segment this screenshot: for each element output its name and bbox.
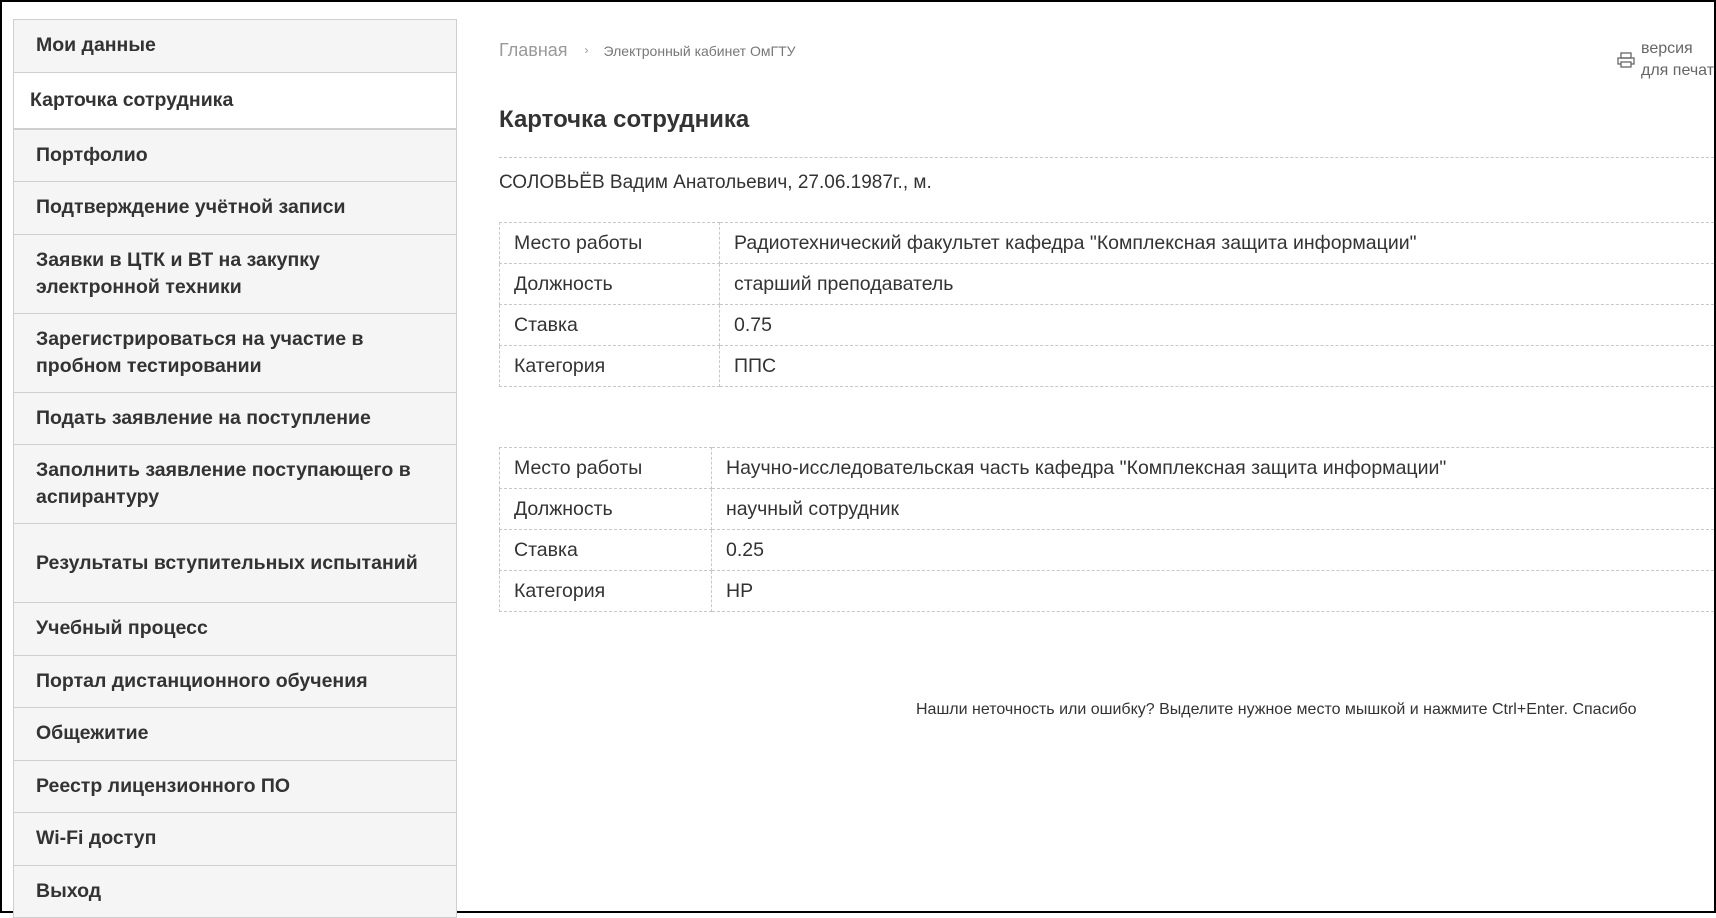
row-key: Место работы xyxy=(500,448,712,489)
sidebar-menu: Мои данные Карточка сотрудника Портфолио… xyxy=(13,19,457,918)
sidebar-item-employee-card[interactable]: Карточка сотрудника xyxy=(14,73,456,130)
sidebar-item-account-confirmation[interactable]: Подтверждение учётной записи xyxy=(14,182,456,235)
row-key: Место работы xyxy=(500,223,720,264)
row-value: НР xyxy=(712,571,1716,612)
print-label-line2: для печат xyxy=(1641,60,1716,82)
sidebar-item-study-process[interactable]: Учебный процесс xyxy=(14,603,456,656)
table-row: Категория НР xyxy=(500,571,1716,612)
breadcrumb: Главная › Электронный кабинет ОмГТУ xyxy=(499,40,796,61)
row-value: научный сотрудник xyxy=(712,489,1716,530)
row-key: Должность xyxy=(500,489,712,530)
sidebar-item-logout[interactable]: Выход xyxy=(14,866,456,918)
sidebar-item-postgraduate-application[interactable]: Заполнить заявление поступающего в аспир… xyxy=(14,445,456,524)
row-key: Категория xyxy=(500,346,720,387)
table-row: Место работы Радиотехнический факультет … xyxy=(500,223,1716,264)
breadcrumb-separator: › xyxy=(585,43,589,57)
row-value: Научно-исследовательская часть кафедра "… xyxy=(712,448,1716,489)
employee-name: СОЛОВЬЁВ Вадим Анатольевич, 27.06.1987г.… xyxy=(499,172,932,194)
table-row: Категория ППС xyxy=(500,346,1716,387)
printer-icon xyxy=(1617,52,1635,75)
sidebar-item-trial-testing[interactable]: Зарегистрироваться на участие в пробном … xyxy=(14,314,456,393)
page-title: Карточка сотрудника xyxy=(499,106,749,134)
sidebar-item-my-data[interactable]: Мои данные xyxy=(14,20,456,73)
title-divider xyxy=(499,157,1714,158)
row-key: Ставка xyxy=(500,305,720,346)
breadcrumb-home-link[interactable]: Главная xyxy=(499,40,568,60)
table-row: Должность научный сотрудник xyxy=(500,489,1716,530)
sidebar-item-equipment-requests[interactable]: Заявки в ЦТК и ВТ на закупку электронной… xyxy=(14,235,456,314)
sidebar-item-admission-application[interactable]: Подать заявление на поступление xyxy=(14,393,456,446)
table-row: Ставка 0.75 xyxy=(500,305,1716,346)
row-value: ППС xyxy=(720,346,1716,387)
row-value: старший преподаватель xyxy=(720,264,1716,305)
table-row: Ставка 0.25 xyxy=(500,530,1716,571)
row-key: Категория xyxy=(500,571,712,612)
row-value: 0.25 xyxy=(712,530,1716,571)
table-row: Должность старший преподаватель xyxy=(500,264,1716,305)
error-report-notice: Нашли неточность или ошибку? Выделите ну… xyxy=(916,701,1637,719)
row-key: Ставка xyxy=(500,530,712,571)
print-version-link[interactable]: версия для печат xyxy=(1617,38,1716,82)
row-key: Должность xyxy=(500,264,720,305)
sidebar-item-distance-learning[interactable]: Портал дистанционного обучения xyxy=(14,656,456,709)
sidebar-item-dormitory[interactable]: Общежитие xyxy=(14,708,456,761)
sidebar-item-portfolio[interactable]: Портфолио xyxy=(14,130,456,183)
sidebar-item-entrance-results[interactable]: Результаты вступительных испытаний xyxy=(14,524,456,603)
row-value: Радиотехнический факультет кафедра "Комп… xyxy=(720,223,1716,264)
table-row: Место работы Научно-исследовательская ча… xyxy=(500,448,1716,489)
sidebar-item-wifi-access[interactable]: Wi-Fi доступ xyxy=(14,813,456,866)
breadcrumb-current: Электронный кабинет ОмГТУ xyxy=(604,43,796,59)
position-table-1: Место работы Радиотехнический факультет … xyxy=(499,222,1716,387)
position-table-2: Место работы Научно-исследовательская ча… xyxy=(499,447,1716,612)
sidebar-item-software-registry[interactable]: Реестр лицензионного ПО xyxy=(14,761,456,814)
print-label-line1: версия xyxy=(1641,38,1716,60)
row-value: 0.75 xyxy=(720,305,1716,346)
